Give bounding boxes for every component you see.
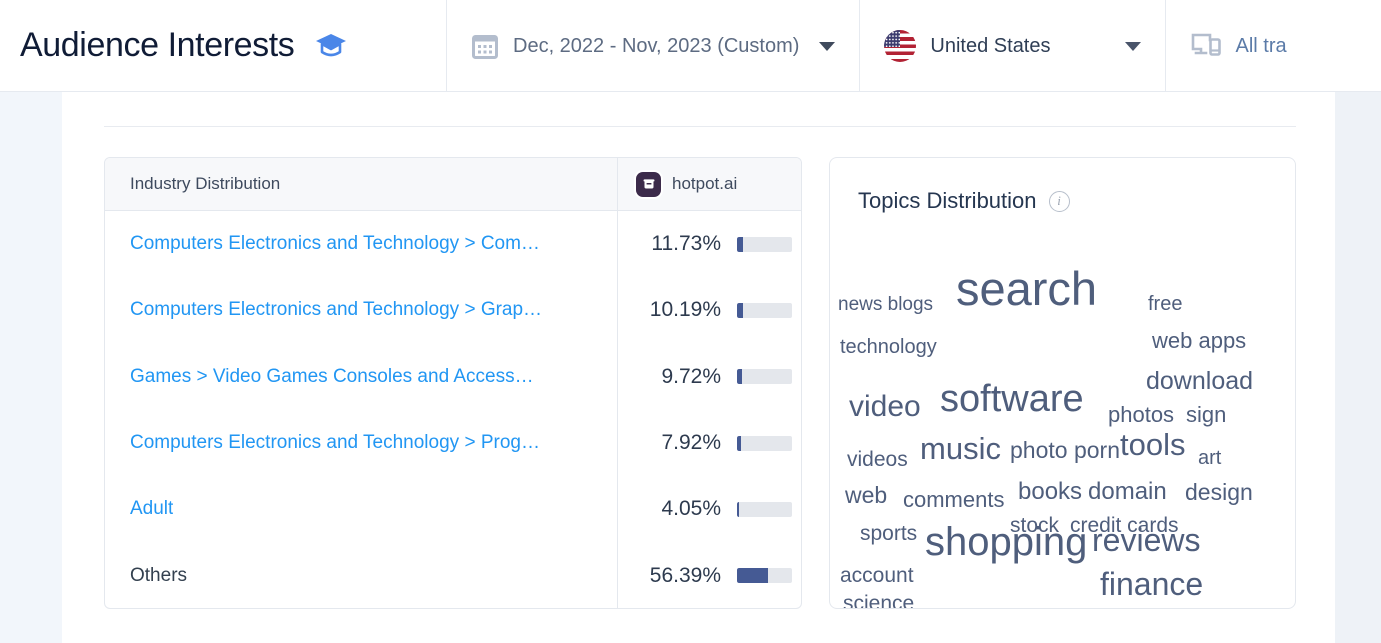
word-cloud-term[interactable]: photos xyxy=(1108,404,1174,426)
industry-link[interactable]: Adult xyxy=(130,498,173,520)
percent-value: 10.19% xyxy=(636,298,721,322)
top-toolbar: Audience Interests De xyxy=(0,0,1381,92)
title-zone: Audience Interests xyxy=(0,0,446,91)
table-row: Games > Video Games Consoles and Access…… xyxy=(105,344,801,410)
word-cloud-term[interactable]: science xyxy=(843,593,914,609)
industry-table-body: Computers Electronics and Technology > C… xyxy=(105,211,801,609)
topics-title: Topics Distribution xyxy=(858,188,1037,214)
industry-name-cell: Adult xyxy=(105,476,618,542)
industry-value-cell: 9.72% xyxy=(618,344,801,410)
calendar-icon xyxy=(471,32,499,60)
topics-word-cloud: news blogs technology search free web apps do… xyxy=(830,214,1296,544)
word-cloud-term[interactable]: technology xyxy=(840,337,937,357)
us-flag-icon xyxy=(884,30,916,62)
page-title: Audience Interests xyxy=(20,26,294,65)
percent-bar-fill xyxy=(737,568,768,583)
industry-table-header: Industry Distribution hotpot.ai xyxy=(105,158,801,211)
industry-link[interactable]: Games > Video Games Consoles and Access… xyxy=(130,366,534,388)
graduation-cap-icon xyxy=(314,32,348,60)
percent-value: 9.72% xyxy=(636,365,721,389)
word-cloud-term[interactable]: video xyxy=(849,392,921,422)
info-icon[interactable]: i xyxy=(1049,191,1070,212)
industry-value-cell: 11.73% xyxy=(618,211,801,277)
word-cloud-term[interactable]: search xyxy=(956,265,1097,312)
chevron-down-icon[interactable] xyxy=(1125,42,1141,51)
word-cloud-term[interactable]: domain xyxy=(1088,480,1167,504)
word-cloud-term[interactable]: art xyxy=(1198,448,1221,468)
percent-bar-fill xyxy=(737,237,743,252)
percent-bar-fill xyxy=(737,303,743,318)
traffic-source-label: All tra xyxy=(1236,35,1287,58)
date-range-label: Dec, 2022 - Nov, 2023 (Custom) xyxy=(513,35,799,58)
industry-link[interactable]: Computers Electronics and Technology > C… xyxy=(130,233,540,255)
country-selector[interactable]: United States xyxy=(860,0,1164,92)
table-row: Computers Electronics and Technology > C… xyxy=(105,211,801,277)
industry-name-cell: Computers Electronics and Technology > C… xyxy=(105,211,618,277)
percent-bar-track xyxy=(737,436,792,451)
word-cloud-term[interactable]: web apps xyxy=(1152,330,1246,352)
country-label: United States xyxy=(930,35,1050,58)
hotpot-favicon-icon xyxy=(636,172,661,197)
word-cloud-term[interactable]: books xyxy=(1018,480,1082,504)
word-cloud-term[interactable]: shopping xyxy=(925,522,1087,562)
percent-value: 56.39% xyxy=(636,564,721,588)
word-cloud-term[interactable]: photo porn xyxy=(1010,439,1120,462)
percent-bar-track xyxy=(737,303,792,318)
industry-value-cell: 10.19% xyxy=(618,277,801,343)
word-cloud-term[interactable]: download xyxy=(1146,369,1253,394)
industry-name-cell: Others xyxy=(105,542,618,608)
percent-value: 4.05% xyxy=(636,497,721,521)
table-row: Computers Electronics and Technology > G… xyxy=(105,277,801,343)
column-header-industry: Industry Distribution xyxy=(105,158,618,210)
chevron-down-icon[interactable] xyxy=(819,42,835,51)
word-cloud-term[interactable]: software xyxy=(940,380,1084,418)
percent-value: 11.73% xyxy=(636,232,721,256)
percent-bar-fill xyxy=(737,502,739,517)
industry-name-cell: Games > Video Games Consoles and Access… xyxy=(105,344,618,410)
industry-value-cell: 4.05% xyxy=(618,476,801,542)
word-cloud-term[interactable]: news blogs xyxy=(838,295,933,314)
percent-bar-track xyxy=(737,237,792,252)
date-range-selector[interactable]: Dec, 2022 - Nov, 2023 (Custom) xyxy=(447,0,859,92)
column-header-site: hotpot.ai xyxy=(618,158,801,210)
industry-label: Others xyxy=(130,565,187,587)
word-cloud-term[interactable]: account xyxy=(840,565,914,586)
left-rail xyxy=(0,92,62,643)
word-cloud-term[interactable]: design xyxy=(1185,481,1253,504)
percent-bar-track xyxy=(737,502,792,517)
right-rail xyxy=(1335,92,1381,643)
topics-distribution-card: Topics Distribution i news blogs technolo… xyxy=(829,157,1296,609)
word-cloud-term[interactable]: web xyxy=(845,484,887,507)
table-row: Computers Electronics and Technology > P… xyxy=(105,410,801,476)
word-cloud-term[interactable]: free xyxy=(1148,294,1182,314)
percent-value: 7.92% xyxy=(636,431,721,455)
word-cloud-term[interactable]: reviews xyxy=(1092,524,1200,556)
industry-name-cell: Computers Electronics and Technology > G… xyxy=(105,277,618,343)
table-row: Others 56.39% xyxy=(105,542,801,608)
word-cloud-term[interactable]: sports xyxy=(860,523,917,544)
percent-bar-track xyxy=(737,369,792,384)
industry-name-cell: Computers Electronics and Technology > P… xyxy=(105,410,618,476)
industry-link[interactable]: Computers Electronics and Technology > G… xyxy=(130,299,542,321)
word-cloud-term[interactable]: music xyxy=(920,433,1001,464)
industry-value-cell: 7.92% xyxy=(618,410,801,476)
section-divider xyxy=(104,126,1296,127)
word-cloud-term[interactable]: comments xyxy=(903,489,1004,511)
topics-header: Topics Distribution i xyxy=(830,158,1295,214)
traffic-source-selector[interactable]: All tra xyxy=(1166,0,1311,92)
word-cloud-term[interactable]: videos xyxy=(847,449,908,470)
site-name-label: hotpot.ai xyxy=(672,174,737,194)
devices-icon xyxy=(1190,31,1222,61)
percent-bar-track xyxy=(737,568,792,583)
industry-value-cell: 56.39% xyxy=(618,542,801,608)
percent-bar-fill xyxy=(737,369,742,384)
industry-distribution-card: Industry Distribution hotpot.ai Computer… xyxy=(104,157,802,609)
table-row: Adult 4.05% xyxy=(105,476,801,542)
audience-interests-page: Audience Interests De xyxy=(0,0,1381,643)
word-cloud-term[interactable]: sign xyxy=(1186,404,1226,426)
word-cloud-term[interactable]: tools xyxy=(1120,429,1185,460)
percent-bar-fill xyxy=(737,436,741,451)
industry-link[interactable]: Computers Electronics and Technology > P… xyxy=(130,432,540,454)
word-cloud-term[interactable]: finance xyxy=(1100,568,1203,600)
